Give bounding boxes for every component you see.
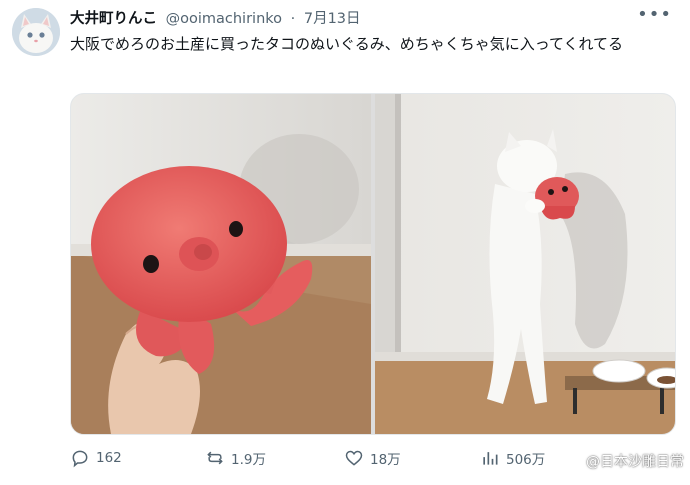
separator-dot: · [290, 11, 296, 27]
display-name[interactable]: 大井町りんこ [70, 11, 157, 27]
tweet-date[interactable]: 7月13日 [304, 11, 361, 27]
views-chart-icon [483, 452, 498, 465]
like-count: 18万 [370, 452, 401, 468]
watermark-text: @日本沙雕日常 [586, 454, 684, 470]
heart-icon [345, 450, 363, 466]
reply-button[interactable]: 162 [70, 448, 122, 468]
tweet-text: 大阪でめろのお土産に買ったタコのぬいぐるみ、めちゃくちゃ気に入ってくれてる [70, 35, 624, 53]
media-grid [70, 93, 676, 435]
cat-avatar-image [12, 8, 60, 56]
retweet-icon [207, 451, 223, 465]
reply-count: 162 [96, 450, 122, 466]
avatar[interactable] [12, 8, 60, 56]
tweet-header: 大井町りんこ @ooimachirinko · 7月13日 [70, 7, 361, 28]
reply-icon [72, 450, 88, 468]
photo-cat-with-plush[interactable] [375, 94, 675, 434]
photo-octopus-plush[interactable] [71, 94, 371, 434]
weibo-logo-icon [562, 454, 581, 469]
views-button[interactable]: 506万 [480, 448, 545, 468]
retweet-count: 1.9万 [231, 452, 266, 468]
retweet-button[interactable]: 1.9万 [205, 448, 266, 468]
view-count: 506万 [506, 452, 546, 468]
like-button[interactable]: 18万 [344, 448, 401, 468]
watermark: @日本沙雕日常 [562, 451, 684, 471]
more-dots-icon[interactable]: ••• [637, 4, 672, 25]
user-handle[interactable]: @ooimachirinko [166, 11, 282, 27]
